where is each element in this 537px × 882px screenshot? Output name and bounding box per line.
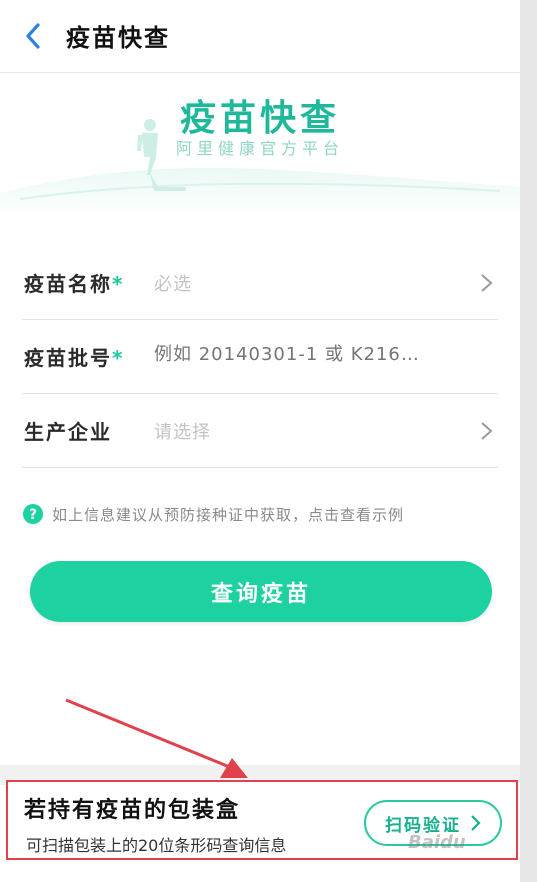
chevron-right-icon	[481, 422, 493, 440]
vaccine-name-label: 疫苗名称*	[24, 272, 125, 296]
manufacturer-select[interactable]: 请选择	[154, 418, 454, 444]
page-title: 疫苗快查	[66, 24, 170, 52]
batch-number-input[interactable]	[154, 344, 454, 365]
nav-header: 疫苗快查	[0, 0, 520, 73]
chevron-right-icon	[481, 274, 493, 292]
hint-row[interactable]: ? 如上信息建议从预防接种证中获取，点击查看示例	[22, 502, 404, 526]
vaccine-name-select[interactable]: 必选	[154, 270, 454, 296]
svg-text:?: ?	[29, 507, 37, 523]
hint-text: 如上信息建议从预防接种证中获取，点击查看示例	[52, 505, 405, 524]
batch-number-row: 疫苗批号*	[22, 320, 498, 394]
question-circle-icon: ?	[23, 504, 43, 524]
manufacturer-row[interactable]: 生产企业 请选择	[22, 394, 498, 468]
app-page: 疫苗快查 疫苗快查 阿里健康官方平台 疫苗名称* 必选 疫苗批号* 例如 201…	[0, 0, 520, 882]
batch-number-label: 疫苗批号*	[24, 346, 125, 370]
back-button[interactable]	[18, 20, 48, 52]
banner-title: 疫苗快查	[179, 98, 340, 139]
manufacturer-label: 生产企业	[24, 420, 112, 444]
vaccine-query-form: 疫苗名称* 必选 疫苗批号* 生产企业 请选择	[22, 246, 498, 468]
query-vaccine-button[interactable]: 查询疫苗	[30, 561, 492, 622]
banner-subtitle: 阿里健康官方平台	[175, 139, 344, 158]
watermark: Baidu	[408, 832, 466, 853]
required-mark: *	[112, 346, 125, 370]
required-mark: *	[112, 272, 125, 296]
vaccine-name-row[interactable]: 疫苗名称* 必选	[22, 246, 498, 320]
chevron-left-icon	[26, 23, 40, 49]
page-edge	[520, 0, 537, 882]
hero-banner: 疫苗快查 阿里健康官方平台	[0, 73, 520, 218]
